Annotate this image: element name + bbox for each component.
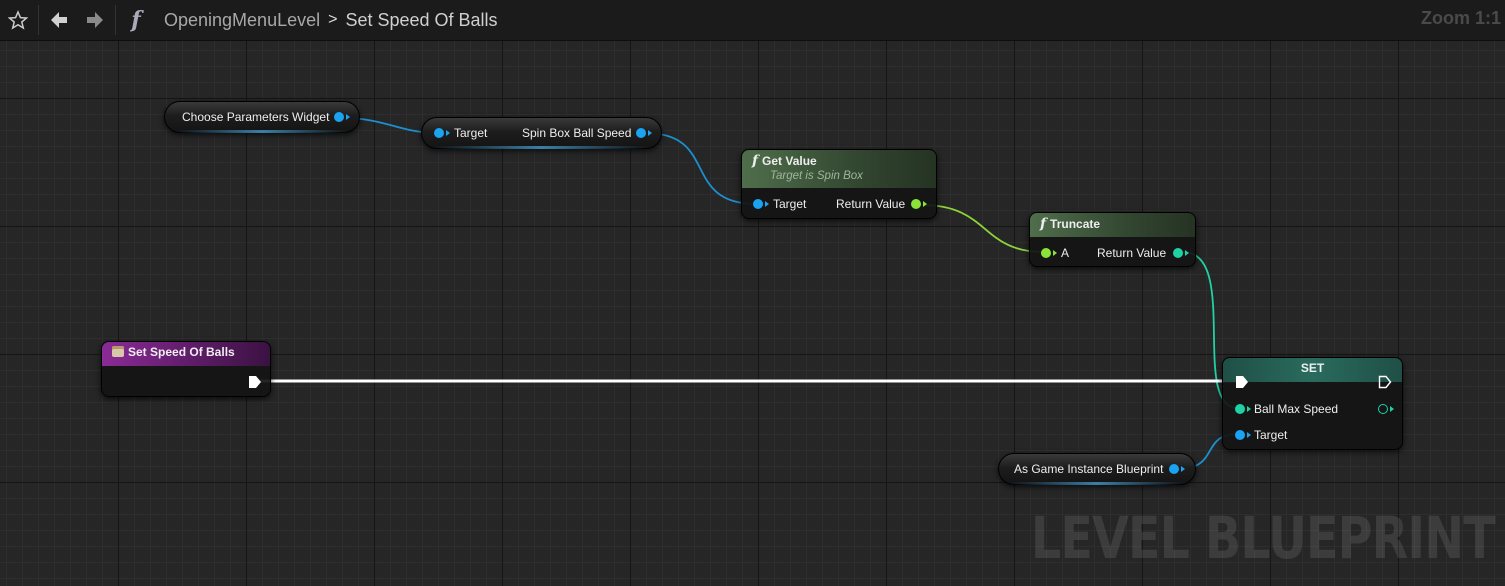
- pin-arrow-icon: [1247, 432, 1251, 438]
- node-accent: [1011, 482, 1183, 485]
- node-title: SET: [1300, 361, 1325, 375]
- ball-max-speed-input-pin[interactable]: [1235, 404, 1245, 414]
- favorite-star-icon[interactable]: [0, 0, 36, 40]
- node-accent: [177, 130, 347, 133]
- breadcrumb-function[interactable]: Set Speed Of Balls: [345, 10, 497, 31]
- a-input-pin[interactable]: [1041, 248, 1051, 258]
- return-value-pin[interactable]: [1173, 248, 1183, 258]
- exec-in-pin[interactable]: [1235, 375, 1249, 389]
- exec-out-pin[interactable]: [1378, 375, 1392, 389]
- node-header: f Get Value Target is Spin Box: [742, 150, 936, 188]
- output-pin[interactable]: [1169, 464, 1179, 474]
- input-label: Ball Max Speed: [1254, 402, 1339, 416]
- pin-arrow-icon: [446, 130, 450, 136]
- target-input-pin[interactable]: [753, 199, 763, 209]
- wires: [258, 117, 1239, 470]
- node-header: SET: [1223, 358, 1402, 382]
- node-title: Set Speed Of Balls: [128, 345, 235, 359]
- pin-arrow-icon: [1247, 406, 1251, 412]
- pin-arrow-icon: [765, 201, 769, 207]
- output-label: Spin Box Ball Speed: [522, 126, 632, 140]
- output-pin[interactable]: [636, 128, 646, 138]
- breadcrumb-chevron-icon: >: [328, 11, 338, 28]
- node-label: As Game Instance Blueprint: [1014, 462, 1164, 476]
- node-header: f Truncate: [1030, 213, 1195, 237]
- game-instance-node[interactable]: As Game Instance Blueprint: [998, 453, 1196, 485]
- function-entry-icon: [112, 346, 124, 357]
- back-arrow-icon[interactable]: [41, 0, 77, 40]
- spin-box-getter-node[interactable]: Target Spin Box Ball Speed: [421, 117, 662, 149]
- forward-arrow-icon[interactable]: [77, 0, 113, 40]
- node-title: Truncate: [1050, 217, 1101, 231]
- pin-arrow-icon: [1390, 406, 1394, 412]
- get-value-node[interactable]: f Get Value Target is Spin Box Target Ret…: [741, 149, 937, 219]
- node-label: Choose Parameters Widget: [182, 110, 330, 124]
- ball-max-speed-output-pin[interactable]: [1378, 404, 1388, 414]
- pin-arrow-icon: [1053, 250, 1057, 256]
- wire-getvalue-to-truncate: [921, 204, 1045, 253]
- toolbar-divider: [115, 5, 116, 35]
- toolbar-divider: [38, 5, 39, 35]
- exec-out-pin[interactable]: [248, 375, 262, 389]
- target-input-pin[interactable]: [434, 128, 444, 138]
- function-icon: f: [752, 153, 759, 169]
- input-label: A: [1061, 246, 1070, 260]
- node-subtitle: Target is Spin Box: [770, 170, 863, 182]
- pin-arrow-icon: [346, 114, 350, 120]
- node-accent: [434, 146, 649, 149]
- pin-arrow-icon: [1185, 250, 1189, 256]
- node-header: Set Speed Of Balls: [102, 342, 270, 366]
- node-title: Get Value: [762, 154, 817, 168]
- pin-arrow-icon: [923, 201, 927, 207]
- input-label: Target: [1254, 428, 1288, 442]
- output-pin[interactable]: [334, 112, 344, 122]
- function-entry-node[interactable]: Set Speed Of Balls: [101, 341, 271, 397]
- set-variable-node[interactable]: SET Ball Max Speed Target: [1222, 357, 1403, 450]
- toolbar: f OpeningMenuLevel > Set Speed Of Balls …: [0, 0, 1505, 41]
- truncate-node[interactable]: f Truncate A Return Value: [1029, 212, 1196, 267]
- output-label: Return Value: [1097, 246, 1167, 260]
- target-input-pin[interactable]: [1235, 430, 1245, 440]
- choose-parameters-widget-node[interactable]: Choose Parameters Widget: [164, 101, 360, 133]
- pin-arrow-icon: [648, 130, 652, 136]
- breadcrumb-level[interactable]: OpeningMenuLevel: [164, 10, 320, 31]
- function-icon: f: [131, 7, 141, 33]
- input-label: Target: [773, 197, 807, 211]
- function-icon: f: [1040, 216, 1047, 232]
- input-label: Target: [454, 126, 488, 140]
- return-value-pin[interactable]: [911, 199, 921, 209]
- zoom-level: Zoom 1:1: [1420, 8, 1501, 28]
- pin-arrow-icon: [1181, 466, 1185, 472]
- output-label: Return Value: [836, 197, 906, 211]
- breadcrumb: OpeningMenuLevel > Set Speed Of Balls: [164, 10, 498, 31]
